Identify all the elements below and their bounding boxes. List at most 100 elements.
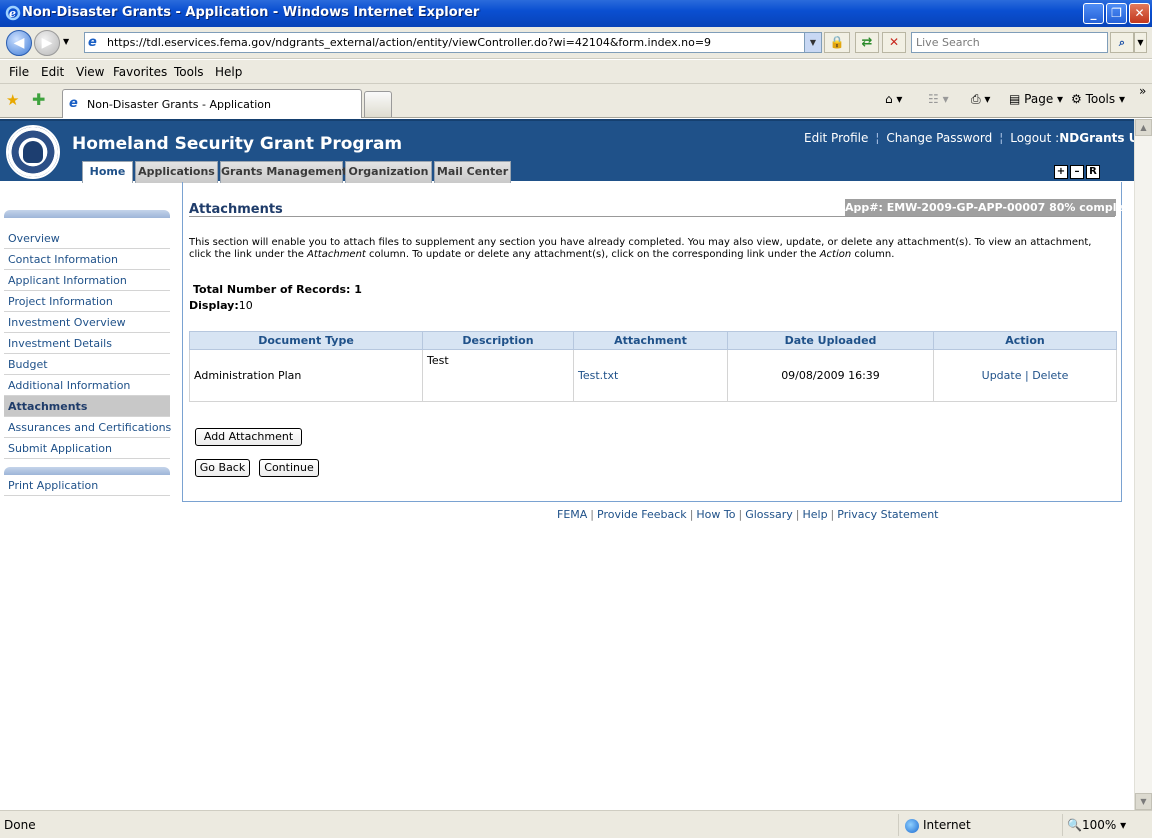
- back-button[interactable]: ◀: [6, 30, 32, 56]
- title-divider: [189, 216, 1115, 217]
- attachments-table: Document Type Description Attachment Dat…: [189, 331, 1117, 402]
- footer-link-glossary[interactable]: Glossary: [745, 508, 793, 521]
- address-field[interactable]: e https://tdl.eservices.fema.gov/ndgrant…: [84, 32, 822, 53]
- stop-button[interactable]: ✕: [882, 32, 906, 53]
- footer-link-help[interactable]: Help: [802, 508, 827, 521]
- collapse-button[interactable]: –: [1070, 165, 1084, 179]
- page-icon: e: [88, 35, 97, 50]
- cell-description: Test: [422, 349, 574, 402]
- print-icon[interactable]: ⎙ ▾: [971, 92, 990, 107]
- nav-item-additional-information[interactable]: Additional Information: [4, 375, 170, 396]
- tab-grants-management[interactable]: Grants Management: [220, 161, 347, 183]
- refresh-button[interactable]: ⇄: [855, 32, 879, 53]
- tab-mail-center[interactable]: Mail Center: [434, 161, 511, 183]
- browser-tab-active[interactable]: e Non-Disaster Grants - Application: [62, 89, 362, 118]
- menu-favorites[interactable]: Favorites: [113, 65, 167, 79]
- zoom-level[interactable]: 🔍100% ▾: [1062, 814, 1142, 836]
- nav-item-submit-application[interactable]: Submit Application: [4, 438, 170, 459]
- vertical-scrollbar[interactable]: ▲ ▼: [1134, 119, 1152, 810]
- continue-button[interactable]: Continue: [259, 459, 319, 477]
- new-tab-button[interactable]: [364, 91, 392, 117]
- delete-link[interactable]: Delete: [1032, 369, 1068, 382]
- search-input[interactable]: Live Search: [911, 32, 1108, 53]
- ie-logo-icon: e: [5, 5, 21, 21]
- add-favorites-icon[interactable]: ✚: [32, 90, 45, 109]
- col-attachment[interactable]: Attachment: [573, 331, 728, 350]
- menu-file[interactable]: File: [9, 65, 29, 79]
- menu-tools[interactable]: Tools: [174, 65, 204, 79]
- dhs-seal-logo: [6, 125, 60, 179]
- window-title: Non-Disaster Grants - Application - Wind…: [22, 5, 480, 20]
- favorites-star-icon[interactable]: ★: [6, 91, 19, 109]
- address-toolbar: ◀ ▶ ▼ e https://tdl.eservices.fema.gov/n…: [0, 27, 1152, 59]
- action-separator: |: [1024, 369, 1029, 382]
- address-url: https://tdl.eservices.fema.gov/ndgrants_…: [107, 36, 712, 49]
- nav-item-investment-details[interactable]: Investment Details: [4, 333, 170, 354]
- tools-menu[interactable]: ⚙ Tools ▾: [1071, 92, 1125, 106]
- cell-action: Update | Delete: [933, 349, 1117, 402]
- close-button[interactable]: ✕: [1129, 3, 1150, 24]
- page-icon: e: [69, 96, 78, 111]
- account-links: Edit Profile ¦ Change Password ¦ Logout :NDG…: [804, 131, 1134, 145]
- table-row: Administration Plan Test Test.txt 09/08/…: [189, 349, 1117, 402]
- nav-item-contact-information[interactable]: Contact Information: [4, 249, 170, 270]
- nav-item-investment-overview[interactable]: Investment Overview: [4, 312, 170, 333]
- window-titlebar: e Non-Disaster Grants - Application - Wi…: [0, 0, 1152, 27]
- maximize-button[interactable]: ❐: [1106, 3, 1127, 24]
- nav-item-budget[interactable]: Budget: [4, 354, 170, 375]
- forward-button[interactable]: ▶: [34, 30, 60, 56]
- tab-applications[interactable]: Applications: [135, 161, 218, 183]
- nav-item-overview[interactable]: Overview: [4, 228, 170, 249]
- update-link[interactable]: Update: [982, 369, 1022, 382]
- edit-profile-link[interactable]: Edit Profile: [804, 131, 868, 145]
- col-action[interactable]: Action: [933, 331, 1117, 350]
- scroll-up-icon[interactable]: ▲: [1135, 119, 1152, 136]
- status-bar: Done Internet 🔍100% ▾: [0, 810, 1152, 838]
- security-zone[interactable]: Internet: [898, 814, 1058, 836]
- nav-item-attachments[interactable]: Attachments: [4, 396, 170, 417]
- nav-item-print-application[interactable]: Print Application: [4, 475, 170, 496]
- footer-link-fema[interactable]: FEMA: [557, 508, 587, 521]
- col-document-type[interactable]: Document Type: [189, 331, 423, 350]
- reset-button[interactable]: R: [1086, 165, 1100, 179]
- menu-edit[interactable]: Edit: [41, 65, 64, 79]
- footer-links: FEMA | Provide Feeback | How To | Glossary | Hel…: [557, 508, 939, 521]
- attachment-link[interactable]: Test.txt: [578, 369, 618, 382]
- footer-link-feedback[interactable]: Provide Feeback: [597, 508, 687, 521]
- expand-button[interactable]: +: [1054, 165, 1068, 179]
- layout-controls: + – R: [1054, 164, 1102, 179]
- scroll-down-icon[interactable]: ▼: [1135, 793, 1152, 810]
- footer-link-privacy[interactable]: Privacy Statement: [837, 508, 938, 521]
- minimize-button[interactable]: _: [1083, 3, 1104, 24]
- security-lock-icon[interactable]: 🔒: [824, 32, 850, 53]
- search-icon[interactable]: ⌕: [1110, 32, 1134, 53]
- more-commands-icon[interactable]: »: [1139, 84, 1146, 98]
- tab-organization[interactable]: Organization: [345, 161, 432, 183]
- tab-home[interactable]: Home: [82, 161, 133, 183]
- add-attachment-button[interactable]: Add Attachment: [195, 428, 302, 446]
- tab-bar: ★ ✚ e Non-Disaster Grants - Application …: [0, 84, 1152, 118]
- attachments-panel: Attachments App#: EMW-2009-GP-APP-00007 …: [182, 182, 1134, 502]
- link-separator: ¦: [875, 131, 880, 145]
- change-password-link[interactable]: Change Password: [886, 131, 992, 145]
- nav-item-project-information[interactable]: Project Information: [4, 291, 170, 312]
- logout-link[interactable]: Logout :: [1010, 131, 1059, 145]
- nav-item-applicant-information[interactable]: Applicant Information: [4, 270, 170, 291]
- go-back-button[interactable]: Go Back: [195, 459, 250, 477]
- search-options-icon[interactable]: ▼: [1134, 32, 1147, 53]
- history-dropdown-icon[interactable]: ▼: [63, 37, 69, 46]
- address-dropdown-icon[interactable]: ▼: [804, 33, 821, 52]
- page-title: Attachments: [189, 202, 283, 217]
- left-nav-print: Print Application: [4, 467, 170, 496]
- col-description[interactable]: Description: [422, 331, 574, 350]
- footer-link-how-to[interactable]: How To: [696, 508, 735, 521]
- feeds-icon[interactable]: ☷ ▾: [928, 92, 949, 106]
- cell-date-uploaded: 09/08/2009 16:39: [727, 349, 934, 402]
- home-icon[interactable]: ⌂ ▾: [885, 92, 902, 106]
- page-menu[interactable]: ▤ Page ▾: [1009, 92, 1063, 106]
- app-status-badge: App#: EMW-2009-GP-APP-00007 80% complete: [845, 199, 1134, 216]
- menu-view[interactable]: View: [76, 65, 104, 79]
- col-date-uploaded[interactable]: Date Uploaded: [727, 331, 934, 350]
- nav-item-assurances-certifications[interactable]: Assurances and Certifications: [4, 417, 171, 438]
- menu-help[interactable]: Help: [215, 65, 242, 79]
